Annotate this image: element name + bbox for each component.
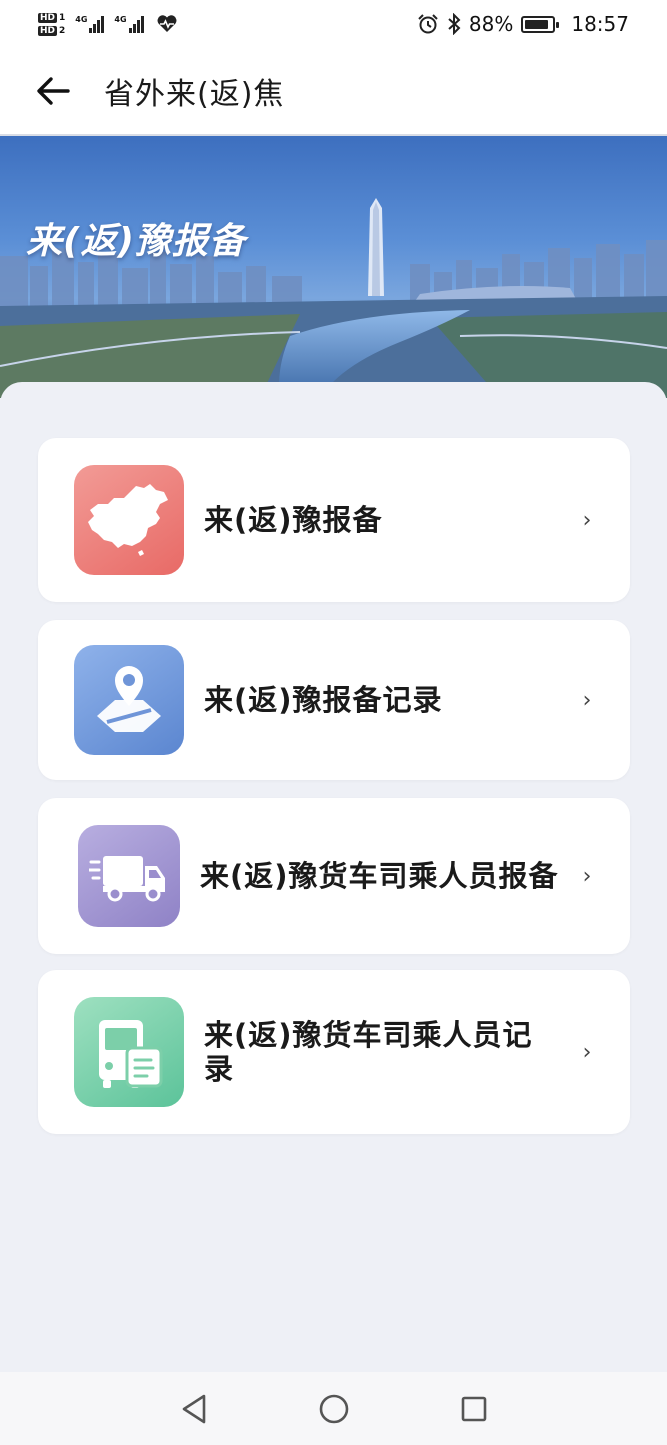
- menu-item-report-records[interactable]: 来(返)豫报备记录 ›: [38, 620, 630, 780]
- menu-item-label: 来(返)豫货车司乘人员记录: [204, 1018, 533, 1086]
- nav-back-button[interactable]: [174, 1389, 214, 1429]
- hd-icon: HD: [38, 12, 58, 23]
- sim2-badge: HD 2: [38, 25, 66, 36]
- recents-square-icon: [461, 1396, 486, 1421]
- bus-document-icon: [74, 997, 184, 1107]
- nav-recents-button[interactable]: [454, 1389, 494, 1429]
- back-button[interactable]: [28, 66, 78, 116]
- menu-item-label: 来(返)豫报备: [204, 503, 383, 537]
- heart-health-icon: [157, 15, 177, 33]
- menu-item-label: 来(返)豫货车司乘人员报备: [200, 859, 559, 893]
- signal-icon: 4G: [114, 15, 144, 33]
- banner: 来(返)豫报备: [0, 136, 667, 398]
- system-nav-bar: [0, 1372, 667, 1445]
- status-bar: HD 1 HD 2 4G 4G 88% 18:57: [0, 0, 667, 48]
- city-skyline-image: [0, 198, 667, 398]
- china-map-icon: [74, 465, 184, 575]
- status-left: HD 1 HD 2 4G 4G: [38, 12, 178, 36]
- sim1-badge: HD 1: [38, 12, 66, 23]
- menu-item-truck-report[interactable]: 来(返)豫货车司乘人员报备 ›: [38, 798, 630, 954]
- arrow-left-icon: [37, 77, 70, 105]
- screen: HD 1 HD 2 4G 4G 88% 18:57 省外来(返)焦 来(返)豫报…: [0, 0, 667, 1445]
- app-header: 省外来(返)焦: [0, 48, 667, 136]
- menu-item-label: 来(返)豫报备记录: [204, 683, 443, 717]
- home-circle-icon: [319, 1394, 348, 1423]
- battery-icon: [521, 15, 560, 33]
- menu-item-report[interactable]: 来(返)豫报备 ›: [38, 438, 630, 602]
- map-pin-icon: [74, 645, 184, 755]
- signal-icon: 4G: [75, 15, 105, 33]
- truck-icon: [78, 825, 180, 927]
- page-title: 省外来(返)焦: [104, 77, 285, 112]
- back-triangle-icon: [182, 1394, 205, 1423]
- chevron-right-icon: ›: [582, 507, 592, 533]
- chevron-right-icon: ›: [582, 1039, 592, 1065]
- bluetooth-icon: [448, 13, 461, 35]
- nav-home-button[interactable]: [314, 1389, 354, 1429]
- menu-item-truck-records[interactable]: 来(返)豫货车司乘人员记录 ›: [38, 970, 630, 1134]
- battery-percent: 88%: [468, 12, 514, 36]
- chevron-right-icon: ›: [582, 687, 592, 713]
- sim-indicators: HD 1 HD 2: [38, 12, 66, 36]
- clock: 18:57: [571, 12, 629, 36]
- chevron-right-icon: ›: [582, 863, 592, 889]
- main-panel: 来(返)豫报备 › 来(返)豫报备记录 › 来(返)豫货车司乘人员报备 › 来(…: [0, 382, 667, 1372]
- hd-icon: HD: [38, 25, 58, 36]
- banner-title: 来(返)豫报备: [26, 221, 246, 262]
- alarm-icon: [418, 14, 438, 34]
- status-right: 88% 18:57: [417, 12, 629, 36]
